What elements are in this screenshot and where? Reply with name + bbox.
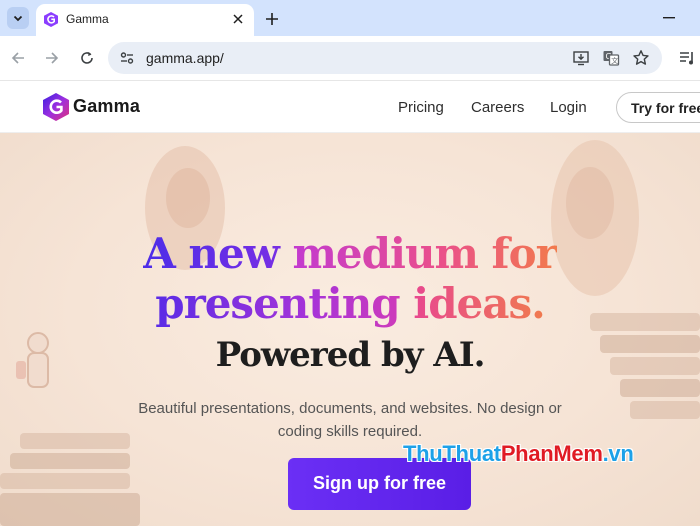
svg-text:文: 文 (611, 56, 618, 65)
gamma-logo-icon[interactable] (43, 93, 69, 121)
translate-icon[interactable]: G 文 (602, 49, 620, 67)
tab-title: Gamma (66, 12, 109, 26)
nav-careers[interactable]: Careers (471, 99, 524, 116)
headline-ideas: ideas. (413, 279, 546, 328)
browser-toolbar: gamma.app/ G 文 (0, 36, 700, 80)
try-for-free-button[interactable]: Try for free (616, 92, 700, 123)
minimize-window-icon[interactable] (660, 10, 678, 26)
install-app-icon[interactable] (572, 49, 590, 67)
watermark-part-4: .vn (602, 441, 634, 466)
close-tab-icon[interactable] (230, 11, 246, 27)
browser-tab-strip: Gamma (0, 0, 700, 36)
headline-line-1: A new medium for (0, 229, 700, 278)
site-settings-icon[interactable] (119, 50, 135, 66)
headline-a-new: A new (143, 229, 293, 278)
brand-name[interactable]: Gamma (73, 96, 140, 117)
nav-pricing[interactable]: Pricing (398, 99, 444, 116)
headline-powered-by-ai: Powered by AI. (215, 335, 486, 375)
headline-presenting: presenting (155, 279, 414, 328)
watermark-part-2: Thuat (442, 441, 501, 466)
site-header: Gamma Pricing Careers Login Try for free (0, 80, 700, 133)
browser-tab[interactable]: Gamma (36, 4, 254, 36)
headline-line-2: presenting ideas. (0, 279, 700, 328)
new-tab-plus-icon[interactable] (262, 9, 282, 29)
hero-subtitle-line-1: Beautiful presentations, documents, and … (138, 400, 562, 417)
reading-list-icon[interactable] (678, 48, 698, 68)
gamma-favicon-icon (44, 12, 58, 27)
reload-icon[interactable] (77, 48, 97, 68)
watermark-part-1: Thu (403, 441, 443, 466)
hero-subtitle-line-2: coding skills required. (277, 423, 423, 440)
back-arrow-icon[interactable] (8, 48, 28, 68)
tab-search-chevron-icon[interactable] (7, 7, 29, 29)
watermark-part-3: PhanMem (500, 441, 603, 466)
address-bar[interactable]: gamma.app/ G 文 (108, 42, 662, 74)
bookmark-star-icon[interactable] (632, 49, 650, 67)
nav-login[interactable]: Login (550, 99, 587, 116)
headline-medium-for: medium for (292, 229, 557, 278)
url-text[interactable]: gamma.app/ (146, 50, 224, 66)
hero-section: A new medium for presenting ideas. Power… (0, 133, 700, 526)
watermark-text: ThuThuatPhanMem.vn (403, 441, 634, 467)
forward-arrow-icon[interactable] (42, 48, 62, 68)
